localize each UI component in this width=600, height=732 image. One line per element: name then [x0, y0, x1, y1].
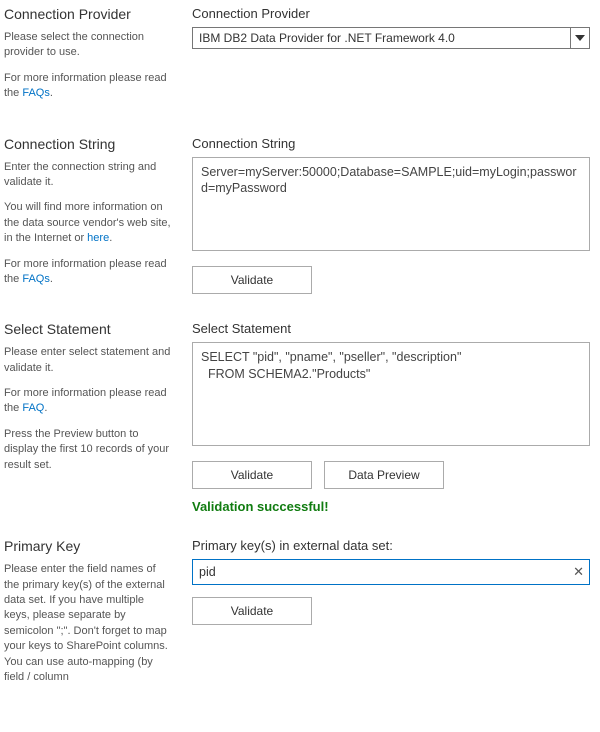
- provider-select-value: IBM DB2 Data Provider for .NET Framework…: [192, 27, 590, 49]
- validation-success-message: Validation successful!: [192, 499, 590, 514]
- field-label-provider: Connection Provider: [192, 6, 590, 21]
- field-label-connstr: Connection String: [192, 136, 590, 151]
- desc-pk: Please enter the field names of the prim…: [4, 562, 172, 685]
- connstr-textarea[interactable]: [192, 157, 590, 251]
- faqs-link[interactable]: FAQs: [22, 87, 50, 99]
- desc-provider: Please select the connection provider to…: [4, 30, 172, 61]
- faq-link[interactable]: FAQ: [22, 402, 44, 414]
- section-title-provider: Connection Provider: [4, 6, 172, 22]
- section-connection-provider: Connection Provider Please select the co…: [4, 6, 590, 112]
- chevron-down-icon[interactable]: [570, 27, 590, 49]
- left-col-connstr: Connection String Enter the connection s…: [4, 136, 172, 298]
- desc-select-1: Please enter select statement and valida…: [4, 345, 172, 376]
- field-label-select: Select Statement: [192, 321, 590, 336]
- section-select-statement: Select Statement Please enter select sta…: [4, 321, 590, 514]
- faqs-link[interactable]: FAQs: [22, 273, 50, 285]
- desc-select-2: Press the Preview button to display the …: [4, 427, 172, 473]
- left-col-pk: Primary Key Please enter the field names…: [4, 538, 172, 685]
- section-title-select: Select Statement: [4, 321, 172, 337]
- section-connection-string: Connection String Enter the connection s…: [4, 136, 590, 298]
- validate-connstr-button[interactable]: Validate: [192, 266, 312, 294]
- section-title-pk: Primary Key: [4, 538, 172, 554]
- here-link[interactable]: here: [87, 232, 109, 244]
- desc-connstr-1: Enter the connection string and validate…: [4, 160, 172, 191]
- left-col-select: Select Statement Please enter select sta…: [4, 321, 172, 514]
- section-title-connstr: Connection String: [4, 136, 172, 152]
- desc-connstr-info: For more information please read the FAQ…: [4, 257, 172, 288]
- right-col-pk: Primary key(s) in external data set: ✕ V…: [192, 538, 590, 685]
- select-textarea[interactable]: [192, 342, 590, 446]
- primary-key-input[interactable]: [192, 559, 590, 585]
- desc-provider-info: For more information please read the FAQ…: [4, 71, 172, 102]
- section-primary-key: Primary Key Please enter the field names…: [4, 538, 590, 685]
- right-col-select: Select Statement Validate Data Preview V…: [192, 321, 590, 514]
- right-col-provider: Connection Provider IBM DB2 Data Provide…: [192, 6, 590, 112]
- validate-pk-button[interactable]: Validate: [192, 597, 312, 625]
- desc-connstr-2: You will find more information on the da…: [4, 200, 172, 246]
- clear-icon[interactable]: ✕: [573, 564, 584, 580]
- left-col-provider: Connection Provider Please select the co…: [4, 6, 172, 112]
- field-label-pk: Primary key(s) in external data set:: [192, 538, 590, 553]
- validate-select-button[interactable]: Validate: [192, 461, 312, 489]
- desc-select-info: For more information please read the FAQ…: [4, 386, 172, 417]
- provider-select[interactable]: IBM DB2 Data Provider for .NET Framework…: [192, 27, 590, 49]
- data-preview-button[interactable]: Data Preview: [324, 461, 444, 489]
- right-col-connstr: Connection String Validate: [192, 136, 590, 298]
